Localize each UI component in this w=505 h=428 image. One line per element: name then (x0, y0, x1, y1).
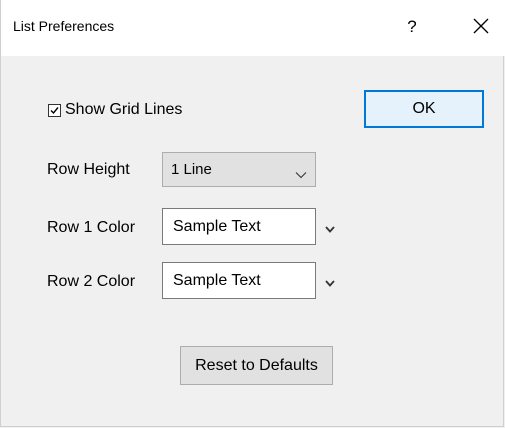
row-height-label: Row Height (47, 161, 130, 178)
show-grid-lines-checkbox[interactable] (48, 103, 61, 117)
row-2-color-field[interactable]: Sample Text (162, 262, 316, 299)
close-button[interactable] (463, 10, 499, 44)
row-2-sample-text: Sample Text (173, 272, 261, 289)
show-grid-lines-label[interactable]: Show Grid Lines (65, 101, 182, 119)
help-button[interactable]: ? (397, 10, 427, 44)
row-1-color-dropdown-icon[interactable] (323, 223, 337, 235)
show-grid-lines-option[interactable]: Show Grid Lines (48, 100, 182, 120)
row-2-color-dropdown-icon[interactable] (323, 277, 337, 289)
list-preferences-dialog: List Preferences ? Show Grid Lines OK Ro… (0, 0, 505, 427)
row-1-color-label: Row 1 Color (47, 219, 136, 236)
ok-button[interactable]: OK (364, 90, 484, 128)
close-icon (463, 10, 499, 44)
row-height-value: 1 Line (171, 161, 212, 178)
dialog-title: List Preferences (13, 18, 115, 34)
checkmark-icon (50, 106, 59, 114)
row-2-color-label: Row 2 Color (47, 273, 136, 290)
reset-to-defaults-button[interactable]: Reset to Defaults (180, 346, 333, 385)
row-1-color-field[interactable]: Sample Text (162, 208, 316, 245)
chevron-down-icon (295, 166, 307, 183)
title-bar: List Preferences ? (1, 0, 505, 56)
row-height-select[interactable]: 1 Line (162, 152, 316, 187)
row-1-sample-text: Sample Text (173, 218, 261, 235)
